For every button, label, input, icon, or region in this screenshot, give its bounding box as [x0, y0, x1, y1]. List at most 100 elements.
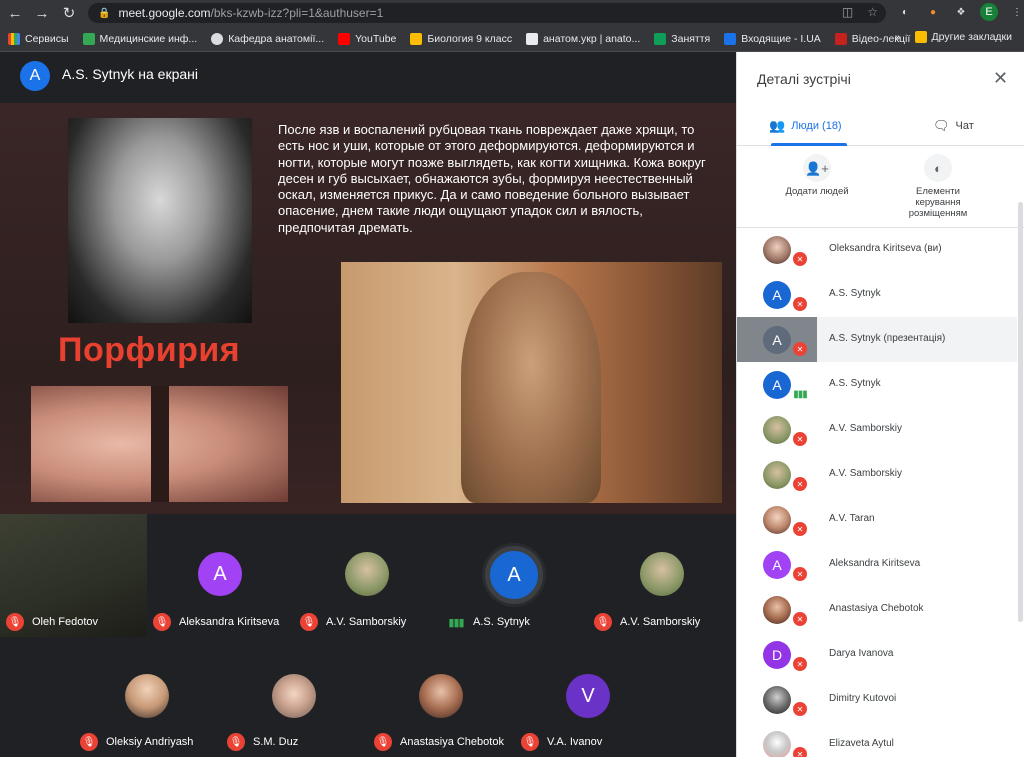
list-item[interactable]: ✕ A.V. Samborskiy — [737, 407, 1017, 452]
bookmark-item[interactable]: Заняття — [654, 32, 710, 45]
list-item[interactable]: A ✕ A.S. Sytnyk (презентація) — [737, 317, 1017, 362]
participant-name: Darya Ivanova — [829, 648, 894, 659]
bookmark-star-icon[interactable]: ☆ — [867, 5, 878, 19]
bookmark-item[interactable]: Сервисы — [8, 32, 69, 45]
participant-tile[interactable]: 🎙 Oleksiy Andriyash — [74, 637, 221, 757]
host-controls-button[interactable]: ◐ Елементи керування розміщенням — [897, 154, 979, 219]
close-icon[interactable]: ✕ — [993, 68, 1008, 89]
participant-avatar: A — [763, 281, 791, 309]
chat-icon: 🗨 — [933, 118, 950, 133]
extensions-puzzle-icon[interactable]: ❖ — [952, 3, 970, 21]
mic-speaking-icon: ▮▮▮ — [448, 616, 464, 629]
presenter-avatar: A — [20, 61, 50, 91]
bookmark-item[interactable]: Кафедра анатомії... — [211, 32, 324, 45]
extension-icon[interactable]: ◐ — [896, 3, 914, 21]
participant-tile[interactable]: 🎙 Oleh Fedotov — [0, 514, 147, 637]
mic-off-icon: 🎙 — [153, 613, 171, 631]
participant-tile[interactable]: 🎙 A.V. Samborskiy — [294, 514, 441, 637]
globe-icon — [211, 32, 224, 45]
tile-footer: 🎙 Oleh Fedotov — [6, 613, 98, 631]
add-person-icon: 👤+ — [803, 154, 831, 182]
participant-photo — [272, 674, 316, 718]
list-item[interactable]: ✕ A.V. Samborskiy — [737, 452, 1017, 497]
other-bookmarks-folder[interactable]: Другие закладки — [914, 31, 1012, 43]
participant-avatar: V — [566, 674, 610, 718]
participant-name: A.V. Samborskiy — [620, 616, 701, 628]
profile-avatar[interactable]: E — [980, 3, 998, 21]
tab-people[interactable]: 👥 Люди (18) — [769, 118, 842, 134]
slide-photo-girl — [341, 262, 722, 503]
extension-icon[interactable]: ● — [924, 3, 942, 21]
add-people-button[interactable]: 👤+ Додати людей — [785, 154, 849, 197]
participant-tile[interactable]: A 🎙 Aleksandra Kiritseva — [147, 514, 294, 637]
folder-icon — [914, 31, 927, 43]
slide-title: Порфирия — [58, 331, 241, 369]
participant-name: A.V. Samborskiy — [829, 423, 902, 434]
mic-off-icon: 🎙 — [80, 733, 98, 751]
tile-footer: 🎙 V.A. Ivanov — [521, 733, 602, 751]
bookmark-item[interactable]: YouTube — [338, 32, 396, 45]
url-path: /bks-kzwb-izz?pli=1&authuser=1 — [210, 6, 384, 20]
bookmark-item[interactable]: Входящие - I.UA — [724, 32, 821, 45]
mic-off-icon: ✕ — [792, 521, 808, 537]
list-item[interactable]: ✕ Oleksandra Kiritseva (ви) — [737, 227, 1017, 272]
panel-tabs: 👥 Люди (18) 🗨 Чат — [737, 110, 1024, 146]
mic-off-icon: 🎙 — [594, 613, 612, 631]
slide-photo-hands — [31, 386, 288, 502]
mic-off-icon: 🎙 — [227, 733, 245, 751]
list-item[interactable]: A ✕ Aleksandra Kiritseva — [737, 542, 1017, 587]
participant-avatar: D — [763, 641, 791, 669]
participant-tile[interactable]: V 🎙 V.A. Ivanov — [515, 637, 662, 757]
bookmark-item[interactable]: анатом.укр | anato... — [526, 32, 640, 45]
list-item[interactable]: A ✕ A.S. Sytnyk — [737, 272, 1017, 317]
list-item[interactable]: ✕ Dimitry Kutovoi — [737, 677, 1017, 722]
participant-tile[interactable]: A ▮▮▮ A.S. Sytnyk — [441, 514, 588, 637]
participant-name: Aleksandra Kiritseva — [829, 558, 921, 569]
participant-name: Oleksandra Kiritseva (ви) — [829, 243, 942, 254]
bookmark-item[interactable]: Медицинские инф... — [82, 32, 197, 45]
participant-name: Anastasiya Chebotok — [829, 603, 924, 614]
mic-off-icon: ✕ — [792, 251, 808, 267]
mic-off-icon: 🎙 — [300, 613, 318, 631]
list-item[interactable]: D ✕ Darya Ivanova — [737, 632, 1017, 677]
participant-name: Oleksiy Andriyash — [106, 736, 194, 748]
scrollbar[interactable] — [1018, 202, 1023, 622]
url-host: meet.google.com — [118, 6, 211, 20]
bookmarks-bar: Сервисы Медицинские инф... Кафедра анато… — [0, 26, 1024, 52]
more-vert-icon[interactable]: ⋮ — [1008, 3, 1024, 21]
participant-tile[interactable]: 🎙 S.M. Duz — [221, 637, 368, 757]
participant-tile[interactable]: 🎙 A.V. Samborskiy — [588, 514, 736, 637]
mic-off-icon: ✕ — [792, 341, 808, 357]
folder-icon — [410, 32, 423, 45]
participant-photo — [763, 506, 791, 534]
more-bookmarks-button[interactable]: » — [895, 31, 901, 43]
list-item[interactable]: ✕ Anastasiya Chebotok — [737, 587, 1017, 632]
people-list: ✕ Oleksandra Kiritseva (ви) A ✕ A.S. Syt… — [737, 227, 1017, 757]
participant-name: A.V. Samborskiy — [829, 468, 902, 479]
bookmark-favicon — [834, 32, 847, 45]
list-item[interactable]: A ▮▮▮ A.S. Sytnyk — [737, 362, 1017, 407]
address-bar[interactable]: 🔒 meet.google.com /bks-kzwb-izz?pli=1&au… — [88, 3, 886, 23]
browser-toolbar: ← → ↻ 🔒 meet.google.com /bks-kzwb-izz?pl… — [0, 0, 1024, 26]
mic-off-icon: ✕ — [792, 656, 808, 672]
mic-off-icon: ✕ — [792, 701, 808, 717]
list-item[interactable]: ✕ Elizaveta Aytul — [737, 722, 1017, 757]
participant-name: A.V. Taran — [829, 513, 875, 524]
tile-footer: 🎙 A.V. Samborskiy — [300, 613, 406, 631]
participant-name: A.S. Sytnyk — [829, 288, 881, 299]
participant-avatar: A — [763, 551, 791, 579]
list-item[interactable]: ✕ A.V. Taran — [737, 497, 1017, 542]
translate-icon[interactable]: ◫ — [842, 5, 853, 19]
participant-name: Elizaveta Aytul — [829, 738, 894, 749]
participant-name: A.S. Sytnyk (презентація) — [829, 333, 946, 344]
back-arrow-icon[interactable]: ← — [3, 1, 27, 25]
reload-icon[interactable]: ↻ — [57, 1, 81, 25]
lock-icon: 🔒 — [98, 7, 111, 19]
participant-name: Anastasiya Chebotok — [400, 736, 504, 748]
tab-chat[interactable]: 🗨 Чат — [933, 118, 974, 134]
panel-actions: 👤+ Додати людей ◐ Елементи керування роз… — [737, 148, 1024, 228]
participant-tile[interactable]: 🎙 Anastasiya Chebotok — [368, 637, 515, 757]
forward-arrow-icon[interactable]: → — [30, 1, 54, 25]
participant-photo — [763, 236, 791, 264]
bookmark-item[interactable]: Биология 9 класс — [410, 32, 512, 45]
